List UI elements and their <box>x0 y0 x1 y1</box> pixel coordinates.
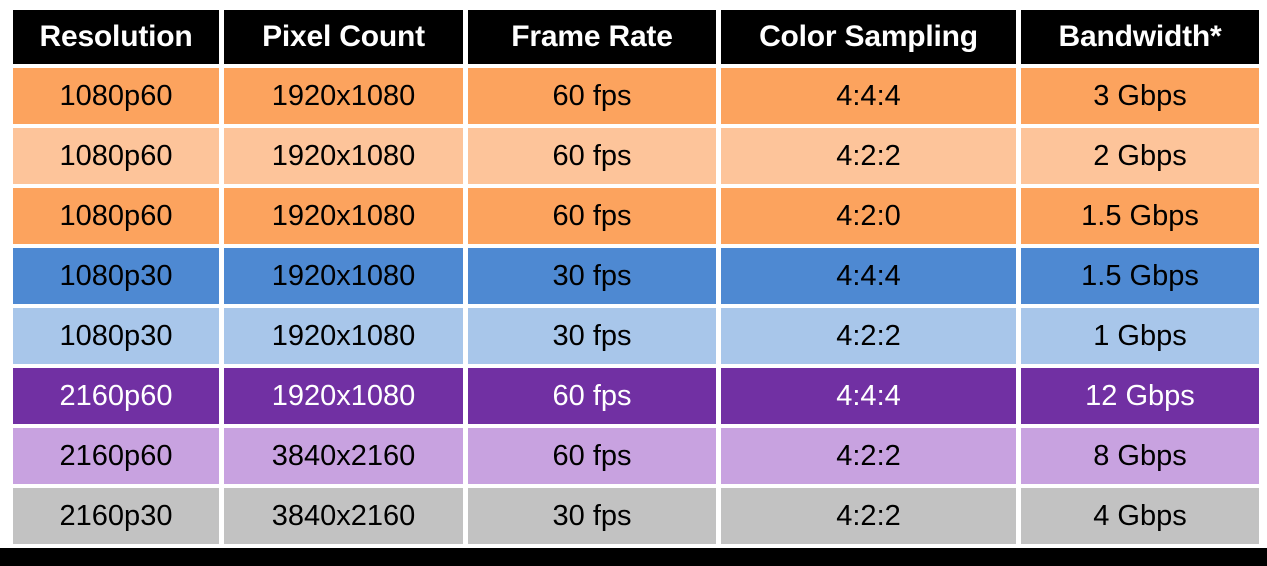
column-header-resolution: Resolution <box>13 10 219 64</box>
table-row: 2160p60 1920x1080 60 fps 4:4:4 12 Gbps <box>13 368 1259 424</box>
table-row: 1080p60 1920x1080 60 fps 4:2:2 2 Gbps <box>13 128 1259 184</box>
table-page: Resolution Pixel Count Frame Rate Color … <box>0 0 1267 566</box>
cell-color-sampling: 4:2:2 <box>721 428 1016 484</box>
table-body: 1080p60 1920x1080 60 fps 4:4:4 3 Gbps 1080p60… <box>13 68 1259 544</box>
cell-resolution: 1080p60 <box>13 188 219 244</box>
cell-pixel-count: 1920x1080 <box>224 68 463 124</box>
cell-frame-rate: 60 fps <box>468 428 716 484</box>
cell-resolution: 2160p60 <box>13 368 219 424</box>
cell-pixel-count: 1920x1080 <box>224 128 463 184</box>
video-bandwidth-table: Resolution Pixel Count Frame Rate Color … <box>8 6 1264 548</box>
cell-resolution: 1080p30 <box>13 308 219 364</box>
cell-resolution: 1080p60 <box>13 128 219 184</box>
bottom-frame-band <box>0 548 1267 566</box>
cell-frame-rate: 30 fps <box>468 308 716 364</box>
column-header-pixel-count: Pixel Count <box>224 10 463 64</box>
spec-table-container: Resolution Pixel Count Frame Rate Color … <box>8 6 1259 548</box>
cell-frame-rate: 30 fps <box>468 488 716 544</box>
cell-pixel-count: 3840x2160 <box>224 428 463 484</box>
cell-bandwidth: 8 Gbps <box>1021 428 1259 484</box>
cell-frame-rate: 60 fps <box>468 188 716 244</box>
cell-bandwidth: 4 Gbps <box>1021 488 1259 544</box>
cell-color-sampling: 4:2:2 <box>721 128 1016 184</box>
cell-bandwidth: 2 Gbps <box>1021 128 1259 184</box>
column-header-bandwidth: Bandwidth* <box>1021 10 1259 64</box>
cell-color-sampling: 4:4:4 <box>721 248 1016 304</box>
cell-bandwidth: 3 Gbps <box>1021 68 1259 124</box>
cell-bandwidth: 12 Gbps <box>1021 368 1259 424</box>
cell-pixel-count: 1920x1080 <box>224 368 463 424</box>
cell-resolution: 2160p60 <box>13 428 219 484</box>
cell-color-sampling: 4:2:2 <box>721 488 1016 544</box>
cell-resolution: 1080p60 <box>13 68 219 124</box>
cell-color-sampling: 4:2:2 <box>721 308 1016 364</box>
table-row: 1080p30 1920x1080 30 fps 4:2:2 1 Gbps <box>13 308 1259 364</box>
cell-bandwidth: 1.5 Gbps <box>1021 188 1259 244</box>
cell-pixel-count: 3840x2160 <box>224 488 463 544</box>
table-header-row: Resolution Pixel Count Frame Rate Color … <box>13 10 1259 64</box>
cell-pixel-count: 1920x1080 <box>224 248 463 304</box>
cell-frame-rate: 60 fps <box>468 128 716 184</box>
table-row: 2160p60 3840x2160 60 fps 4:2:2 8 Gbps <box>13 428 1259 484</box>
cell-frame-rate: 60 fps <box>468 368 716 424</box>
cell-color-sampling: 4:4:4 <box>721 68 1016 124</box>
cell-resolution: 2160p30 <box>13 488 219 544</box>
table-row: 1080p30 1920x1080 30 fps 4:4:4 1.5 Gbps <box>13 248 1259 304</box>
cell-color-sampling: 4:4:4 <box>721 368 1016 424</box>
cell-bandwidth: 1.5 Gbps <box>1021 248 1259 304</box>
table-row: 2160p30 3840x2160 30 fps 4:2:2 4 Gbps <box>13 488 1259 544</box>
cell-resolution: 1080p30 <box>13 248 219 304</box>
table-row: 1080p60 1920x1080 60 fps 4:2:0 1.5 Gbps <box>13 188 1259 244</box>
column-header-frame-rate: Frame Rate <box>468 10 716 64</box>
cell-pixel-count: 1920x1080 <box>224 188 463 244</box>
cell-frame-rate: 30 fps <box>468 248 716 304</box>
cell-bandwidth: 1 Gbps <box>1021 308 1259 364</box>
table-header: Resolution Pixel Count Frame Rate Color … <box>13 10 1259 64</box>
cell-pixel-count: 1920x1080 <box>224 308 463 364</box>
cell-color-sampling: 4:2:0 <box>721 188 1016 244</box>
cell-frame-rate: 60 fps <box>468 68 716 124</box>
column-header-color-sampling: Color Sampling <box>721 10 1016 64</box>
table-row: 1080p60 1920x1080 60 fps 4:4:4 3 Gbps <box>13 68 1259 124</box>
